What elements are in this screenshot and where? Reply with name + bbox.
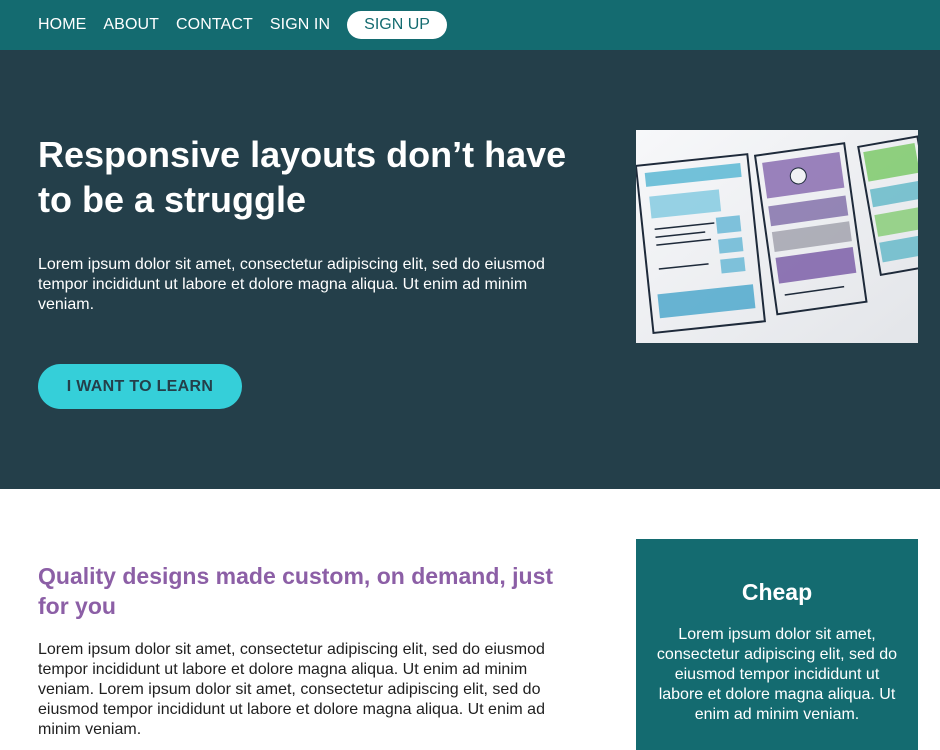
nav-contact-link[interactable]: CONTACT — [176, 16, 253, 34]
nav-signin-link[interactable]: SIGN IN — [270, 16, 330, 34]
nav-about-link[interactable]: ABOUT — [103, 16, 159, 34]
signup-button[interactable]: SIGN UP — [347, 11, 447, 39]
wireframe-illustration — [636, 130, 918, 343]
wireframe-sketch-image — [636, 130, 918, 343]
top-navigation: HOME ABOUT CONTACT SIGN IN SIGN UP — [0, 0, 940, 50]
learn-button[interactable]: I WANT TO LEARN — [38, 364, 242, 409]
cheap-card: Cheap Lorem ipsum dolor sit amet, consec… — [636, 539, 918, 750]
card-title: Cheap — [741, 579, 813, 605]
nav-home-link[interactable]: HOME — [38, 16, 86, 34]
hero-text: Lorem ipsum dolor sit amet, consectetur … — [38, 256, 545, 313]
hero-title: Responsive layouts don’t have to be a st… — [38, 134, 567, 220]
hero-section: Responsive layouts don’t have to be a st… — [0, 50, 940, 489]
content-title: Quality designs made custom, on demand, … — [38, 563, 554, 619]
card-text: Lorem ipsum dolor sit amet, consectetur … — [656, 626, 898, 723]
content-text: Lorem ipsum dolor sit amet, consectetur … — [38, 641, 545, 738]
